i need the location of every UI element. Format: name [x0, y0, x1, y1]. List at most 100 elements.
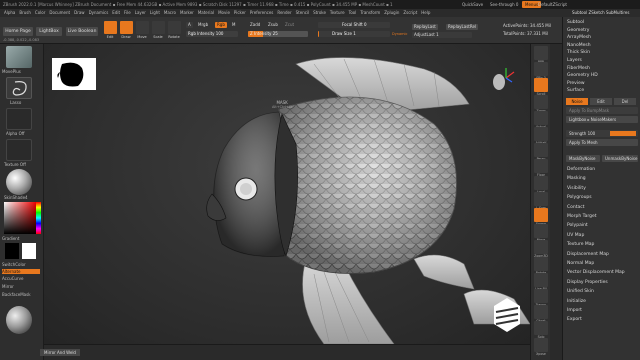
shelf-icon-button[interactable]: Actual — [534, 110, 548, 129]
shelf-icon-button[interactable]: Persp — [534, 143, 548, 161]
home-page-button[interactable]: Home Page — [3, 27, 33, 36]
tool-scale-button[interactable]: Scale — [152, 21, 165, 39]
menu-item[interactable]: File — [124, 9, 131, 17]
palette-subpalette-item[interactable]: Morph Target — [567, 214, 597, 219]
mask-by-noise-button[interactable]: MaskByNoise — [566, 155, 600, 162]
edit-noise-button[interactable]: Edit — [590, 98, 612, 105]
switch-color-button[interactable]: SwitchColor — [2, 262, 42, 267]
palette-subpalette-item[interactable]: Export — [567, 317, 582, 322]
lightbox-noisemakers-button[interactable]: Lightbox ▸ NoiseMakers — [566, 116, 638, 123]
shelf-icon-button[interactable]: Frame — [534, 208, 548, 226]
menu-item[interactable]: Stroke — [313, 9, 326, 17]
shelf-icon-button[interactable]: AAHalf — [534, 127, 548, 145]
replay-last-button[interactable]: ReplayLast — [412, 24, 438, 30]
brush-thumbnail[interactable] — [6, 46, 32, 68]
shelf-icon-button[interactable]: Solo — [534, 321, 548, 339]
rgb-button[interactable]: Rgb — [215, 22, 227, 28]
menu-item[interactable]: Alpha — [4, 9, 15, 17]
menu-item[interactable]: Zscript — [403, 9, 417, 17]
tool-rotate-button[interactable]: Rotate — [168, 21, 181, 39]
alpha-thumbnail[interactable] — [6, 108, 32, 130]
navigator-thumbnail[interactable] — [52, 58, 96, 90]
mirror-and-weld-button[interactable]: Mirror And Weld — [40, 349, 80, 356]
menu-item[interactable]: Picker — [234, 9, 246, 17]
secondary-color-swatch[interactable] — [22, 243, 36, 259]
menu-item[interactable]: Draw — [74, 9, 84, 17]
focal-shift-slider[interactable]: Focal Shift 0 — [318, 22, 390, 28]
menu-item[interactable]: Tool — [349, 9, 357, 17]
menu-item[interactable]: Macro — [164, 9, 176, 17]
quicksave-button[interactable]: QuickSave — [462, 0, 483, 9]
menu-item[interactable]: Light — [150, 9, 160, 17]
palette-subpalette-item[interactable]: Vector Displacement Map — [567, 270, 625, 275]
tool-draw-button[interactable]: Draw — [120, 21, 133, 39]
viewport-canvas[interactable]: MASK Alt+Ctrl+Cl — [44, 44, 530, 344]
palette-subpalette-item[interactable]: Deformation — [567, 167, 595, 172]
palette-subpalette-item[interactable]: UV Map — [567, 233, 584, 238]
shelf-icon-button[interactable]: Ghost — [534, 305, 548, 323]
menu-item[interactable]: Dynamics — [89, 9, 109, 17]
seethrough-slider[interactable]: See-through 0 — [490, 0, 518, 9]
menu-item[interactable]: Edit — [112, 9, 120, 17]
menu-item[interactable]: Marker — [180, 9, 194, 17]
delete-noise-button[interactable]: Del — [614, 98, 636, 105]
m-button[interactable]: M — [232, 22, 235, 28]
apply-to-bumpmask-button[interactable]: Apply To BumpMask — [566, 107, 638, 114]
palette-subpalette-item[interactable]: Surface — [567, 88, 584, 93]
hue-slider[interactable] — [36, 202, 41, 234]
palette-subpalette-item[interactable]: FiberMesh — [567, 66, 590, 71]
menu-item[interactable]: Material — [198, 9, 214, 17]
alpha-channel-chip[interactable]: A — [186, 22, 193, 28]
adjust-last-slider[interactable]: AdjustLast 1 — [412, 32, 472, 38]
tool-edit-button[interactable]: Edit — [104, 21, 117, 39]
subtool-menu-shortcuts[interactable]: Subtool ZSketch SubMultires — [572, 9, 629, 17]
replay-last-rel-button[interactable]: ReplayLastRel — [446, 24, 479, 30]
shelf-icon-button[interactable]: Transp — [534, 289, 548, 307]
shelf-icon-button[interactable]: Local — [534, 175, 548, 194]
live-boolean-button[interactable]: Live Boolean — [66, 27, 98, 36]
lightbox-button[interactable]: LightBox — [36, 27, 62, 36]
dynamic-toggle[interactable]: Dynamic — [392, 31, 407, 37]
main-color-swatch[interactable] — [5, 243, 19, 259]
shelf-icon-button[interactable]: Floor — [534, 159, 548, 177]
zcut-button[interactable]: Zcut — [285, 22, 294, 28]
shelf-icon-button[interactable]: Line Fill PolyF — [534, 272, 548, 295]
material-sphere[interactable] — [6, 169, 32, 195]
zsub-button[interactable]: Zsub — [268, 22, 278, 28]
strength-slider[interactable]: Strength 100 — [566, 130, 638, 137]
palette-subpalette-item[interactable]: Thick Skin — [567, 50, 590, 55]
default-zscript-button[interactable]: DefaultZScript — [538, 0, 567, 9]
apply-to-mesh-button[interactable]: Apply To Mesh — [566, 139, 638, 146]
menu-item[interactable]: Document — [49, 9, 70, 17]
palette-subpalette-item[interactable]: Displacement Map — [567, 252, 609, 257]
palette-subpalette-item[interactable]: Geometry — [567, 28, 589, 33]
palette-subpalette-item[interactable]: Geometry HD — [567, 73, 598, 78]
palette-subpalette-item[interactable]: NanoMesh — [567, 43, 591, 48]
accucurve-button[interactable]: AccuCurve — [2, 276, 42, 281]
shelf-icon-button[interactable]: Rotate — [534, 256, 548, 275]
noise-button[interactable]: Noise — [566, 98, 588, 105]
mrgb-button[interactable]: Mrgb — [198, 22, 208, 28]
menu-item[interactable]: Layer — [135, 9, 146, 17]
texture-thumbnail[interactable] — [6, 139, 32, 161]
menu-item[interactable]: Movie — [218, 9, 230, 17]
menu-item[interactable]: Render — [277, 9, 291, 17]
shelf-icon-button[interactable]: Scroll — [534, 78, 548, 96]
shelf-icon-button[interactable]: Xpose — [534, 337, 548, 356]
zadd-button[interactable]: Zadd — [250, 22, 260, 28]
menu-item[interactable]: Transform — [360, 9, 380, 17]
menu-item[interactable]: Preferences — [250, 9, 274, 17]
palette-subpalette-item[interactable]: Normal Map — [567, 261, 594, 266]
matcap-sphere[interactable] — [6, 306, 32, 334]
unmask-by-noise-button[interactable]: UnmaskByNoise — [602, 155, 638, 162]
alternate-button[interactable]: Alternate — [2, 269, 40, 274]
color-picker[interactable] — [4, 202, 36, 234]
palette-subpalette-item[interactable]: Layers — [567, 58, 582, 63]
shelf-icon-button[interactable]: Zoom3D — [534, 240, 548, 258]
shelf-icon-button[interactable]: BPR — [534, 46, 548, 64]
palette-subpalette-item[interactable]: Visibility — [567, 186, 586, 191]
menu-item[interactable]: Texture — [330, 9, 345, 17]
rgb-intensity-slider[interactable]: Rgb Intensity 100 — [186, 31, 238, 37]
palette-scroll-strip[interactable] — [550, 44, 562, 360]
menu-item[interactable]: Brush — [19, 9, 31, 17]
